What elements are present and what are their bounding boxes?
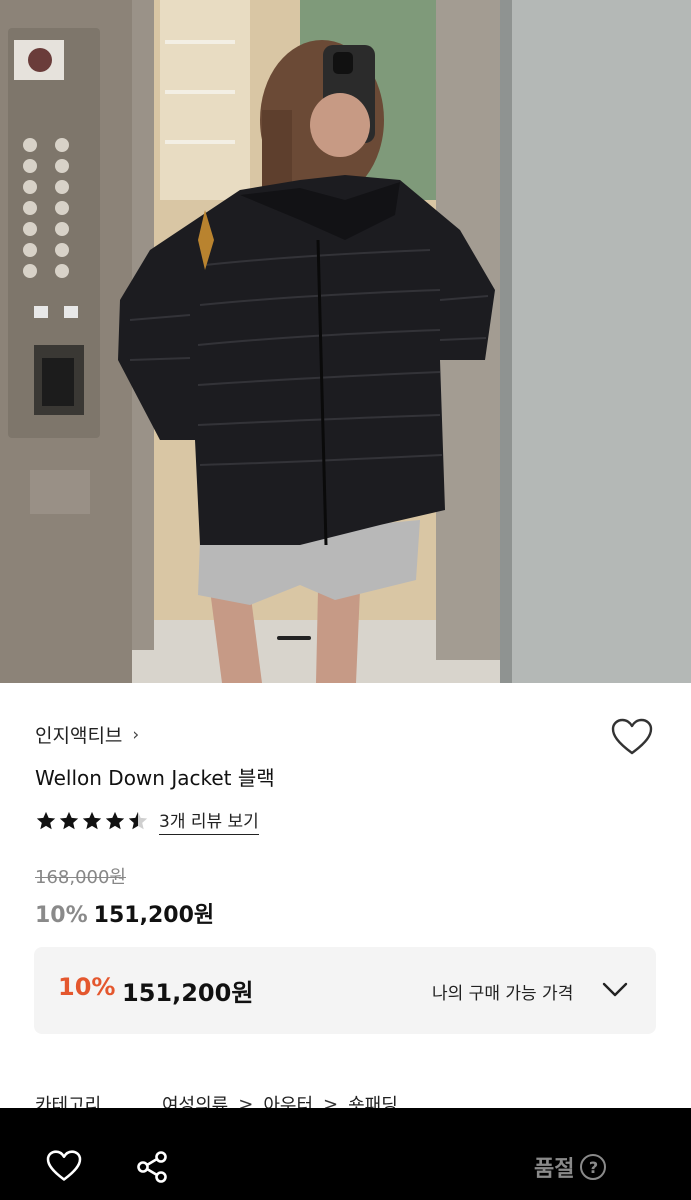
my-price-label: 나의 구매 가능 가격 [432,984,574,1004]
help-icon[interactable]: ? [580,1154,607,1180]
category-row: 카테고리 여성의류 > 아우터 > 숏패딩 [35,1091,398,1109]
my-price: 151,200원 [122,979,254,1007]
my-price-dropdown[interactable]: 10% 151,200원 나의 구매 가능 가격 [34,947,656,1034]
my-discount-rate: 10% [58,973,116,1001]
brand-link[interactable]: 인지액티브 › [35,721,139,748]
star-rating [35,810,149,832]
chevron-right-icon: > [323,1093,339,1109]
category-crumb[interactable]: 여성의류 [162,1091,228,1108]
sale-price-row: 10% 151,200원 [35,897,214,929]
soldout-label: 품절 [534,1157,575,1182]
chevron-right-icon: > [238,1093,254,1109]
discount-rate: 10% [35,903,88,928]
rating-row: 3개 리뷰 보기 [35,807,259,835]
chevron-down-icon [602,982,628,997]
bottom-wishlist-button[interactable] [46,1150,82,1186]
product-image[interactable] [0,0,691,683]
bottom-action-bar: 품절 ? [0,1108,691,1200]
brand-name: 인지액티브 [35,725,123,747]
product-info-section: 인지액티브 › Wellon Down Jacket 블랙 3개 리뷰 보기 1… [0,683,691,1108]
category-label: 카테고리 [35,1095,102,1108]
star-icon [82,811,102,830]
wishlist-button[interactable] [610,715,654,759]
chevron-right-icon: › [132,724,140,745]
star-icon [105,811,125,830]
star-icon [36,811,56,830]
product-title: Wellon Down Jacket 블랙 [35,766,275,790]
product-photo-illustration [0,0,691,683]
share-icon [137,1151,167,1183]
star-icon [59,811,79,830]
heart-icon [46,1150,82,1181]
star-half-icon [128,811,148,830]
original-price: 168,000원 [35,867,126,888]
sale-price: 151,200원 [93,903,215,928]
category-crumb[interactable]: 숏패딩 [348,1091,398,1108]
review-link[interactable]: 3개 리뷰 보기 [159,807,259,835]
soldout-status: 품절 ? [534,1151,607,1183]
category-crumb[interactable]: 아우터 [263,1091,313,1108]
share-button[interactable] [135,1150,169,1188]
heart-icon [611,718,653,755]
